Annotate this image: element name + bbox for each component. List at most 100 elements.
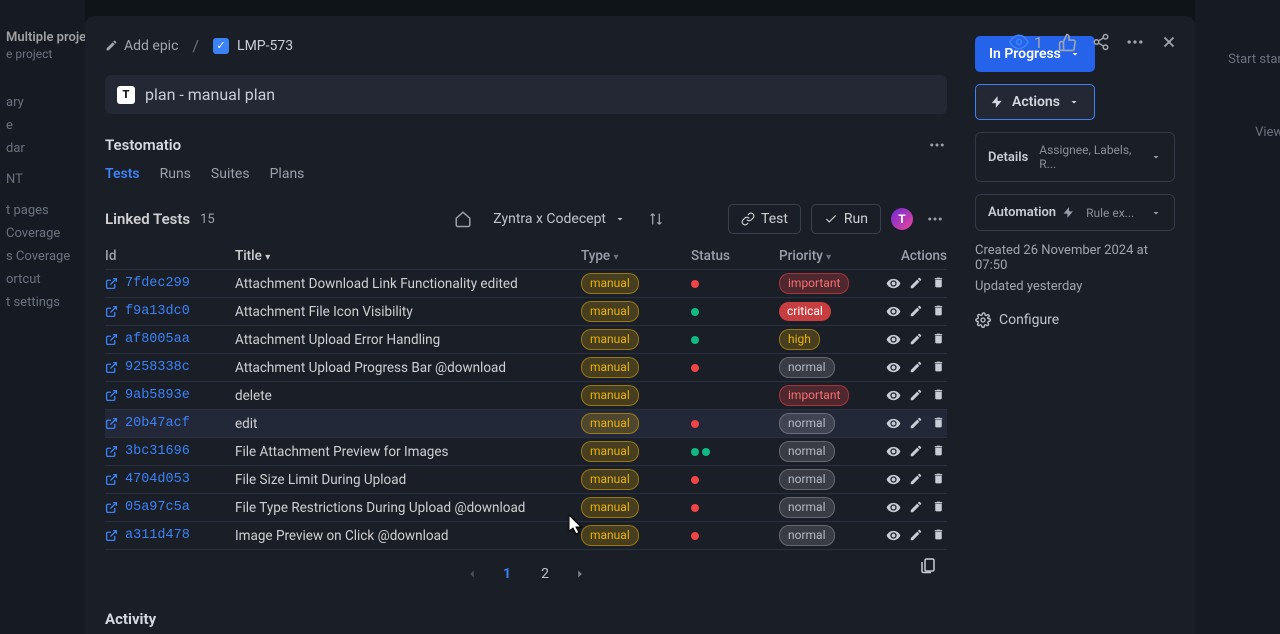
view-action[interactable] [886,332,901,347]
view-action[interactable] [886,388,901,403]
delete-action[interactable] [932,388,947,403]
issue-title: plan - manual plan [145,85,275,104]
test-id-link[interactable]: 9258338c [125,360,190,375]
title-input[interactable]: T plan - manual plan [105,75,947,114]
external-link-icon[interactable] [105,361,119,375]
delete-action[interactable] [932,360,947,375]
external-link-icon[interactable] [105,473,119,487]
tab-runs[interactable]: Runs [160,162,191,186]
test-id-link[interactable]: 4704d053 [125,472,190,487]
test-id-link[interactable]: 9ab5893e [125,388,190,403]
test-id-link[interactable]: a311d478 [125,528,190,543]
delete-action[interactable] [932,500,947,515]
delete-action[interactable] [932,416,947,431]
delete-action[interactable] [932,528,947,543]
tool-logo[interactable]: T [891,208,913,230]
view-action[interactable] [886,304,901,319]
external-link-icon[interactable] [105,333,119,347]
edit-action[interactable] [909,528,924,543]
external-link-icon[interactable] [105,529,119,543]
edit-action[interactable] [909,304,924,319]
test-id-link[interactable]: 20b47acf [125,416,190,431]
col-id[interactable]: Id [105,248,235,264]
test-id-link[interactable]: 05a97c5a [125,500,190,515]
delete-action[interactable] [932,332,947,347]
home-icon[interactable] [451,207,475,231]
table-row[interactable]: 9ab5893edeletemanualimportant [105,382,947,410]
table-row[interactable]: 7fdec299Attachment Download Link Functio… [105,270,947,298]
test-button[interactable]: Test [728,204,801,234]
external-link-icon[interactable] [105,501,119,515]
page-prev[interactable] [465,567,479,581]
external-link-icon[interactable] [105,305,119,319]
watch-button[interactable]: 1 [1009,32,1043,52]
ticket-chip[interactable]: ✓ LMP-573 [213,38,293,54]
table-row[interactable]: 20b47acfeditmanualnormal [105,410,947,438]
test-id-link[interactable]: 7fdec299 [125,276,190,291]
more-button[interactable] [1125,32,1145,52]
edit-action[interactable] [909,360,924,375]
linked-more-button[interactable] [923,207,947,231]
delete-action[interactable] [932,472,947,487]
like-button[interactable] [1057,32,1077,52]
edit-action[interactable] [909,388,924,403]
external-link-icon[interactable] [105,417,119,431]
edit-action[interactable] [909,276,924,291]
share-button[interactable] [1091,32,1111,52]
close-button[interactable] [1159,32,1179,52]
test-title: File Size Limit During Upload [235,472,581,488]
view-action[interactable] [886,360,901,375]
edit-action[interactable] [909,444,924,459]
add-epic-button[interactable]: Add epic [105,38,178,54]
type-badge: manual [581,525,639,546]
external-link-icon[interactable] [105,277,119,291]
col-type[interactable]: Type ▾ [581,248,691,264]
table-row[interactable]: 4704d053File Size Limit During Uploadman… [105,466,947,494]
edit-action[interactable] [909,332,924,347]
external-link-icon[interactable] [105,445,119,459]
view-action[interactable] [886,416,901,431]
page-next[interactable] [573,567,587,581]
sort-icon[interactable] [644,207,668,231]
edit-action[interactable] [909,472,924,487]
configure-button[interactable]: Configure [975,312,1175,328]
table-row[interactable]: 3bc31696File Attachment Preview for Imag… [105,438,947,466]
pencil-icon [105,39,118,52]
section-testomatio: Testomatio [105,136,947,154]
table-row[interactable]: 05a97c5aFile Type Restrictions During Up… [105,494,947,522]
view-action[interactable] [886,276,901,291]
edit-action[interactable] [909,416,924,431]
view-action[interactable] [886,444,901,459]
details-card[interactable]: Details Assignee, Labels, R... [975,132,1175,182]
view-action[interactable] [886,500,901,515]
run-button[interactable]: Run [811,204,881,234]
tab-suites[interactable]: Suites [211,162,250,186]
external-link-icon[interactable] [105,389,119,403]
tab-plans[interactable]: Plans [270,162,305,186]
table-row[interactable]: f9a13dc0Attachment File Icon Visibilitym… [105,298,947,326]
col-title[interactable]: Title ▾ [235,248,581,264]
col-priority[interactable]: Priority ▾ [779,248,875,264]
section-more-button[interactable] [927,136,947,154]
page-current[interactable]: 1 [497,566,517,582]
test-id-link[interactable]: af8005aa [125,332,190,347]
page-copy-action[interactable] [919,556,937,574]
tab-tests[interactable]: Tests [105,162,140,186]
delete-action[interactable] [932,304,947,319]
test-id-link[interactable]: 3bc31696 [125,444,190,459]
status-cell [691,448,779,456]
page-2[interactable]: 2 [535,566,555,582]
project-selector[interactable]: Zyntra x Codecept [485,205,634,233]
test-id-link[interactable]: f9a13dc0 [125,304,190,319]
actions-button[interactable]: Actions [975,84,1095,120]
view-action[interactable] [886,472,901,487]
table-row[interactable]: 9258338cAttachment Upload Progress Bar @… [105,354,947,382]
col-status[interactable]: Status [691,248,779,264]
delete-action[interactable] [932,444,947,459]
table-row[interactable]: a311d478Image Preview on Click @download… [105,522,947,550]
edit-action[interactable] [909,500,924,515]
view-action[interactable] [886,528,901,543]
delete-action[interactable] [932,276,947,291]
automation-card[interactable]: Automation Rule ex... [975,194,1175,231]
table-row[interactable]: af8005aaAttachment Upload Error Handling… [105,326,947,354]
